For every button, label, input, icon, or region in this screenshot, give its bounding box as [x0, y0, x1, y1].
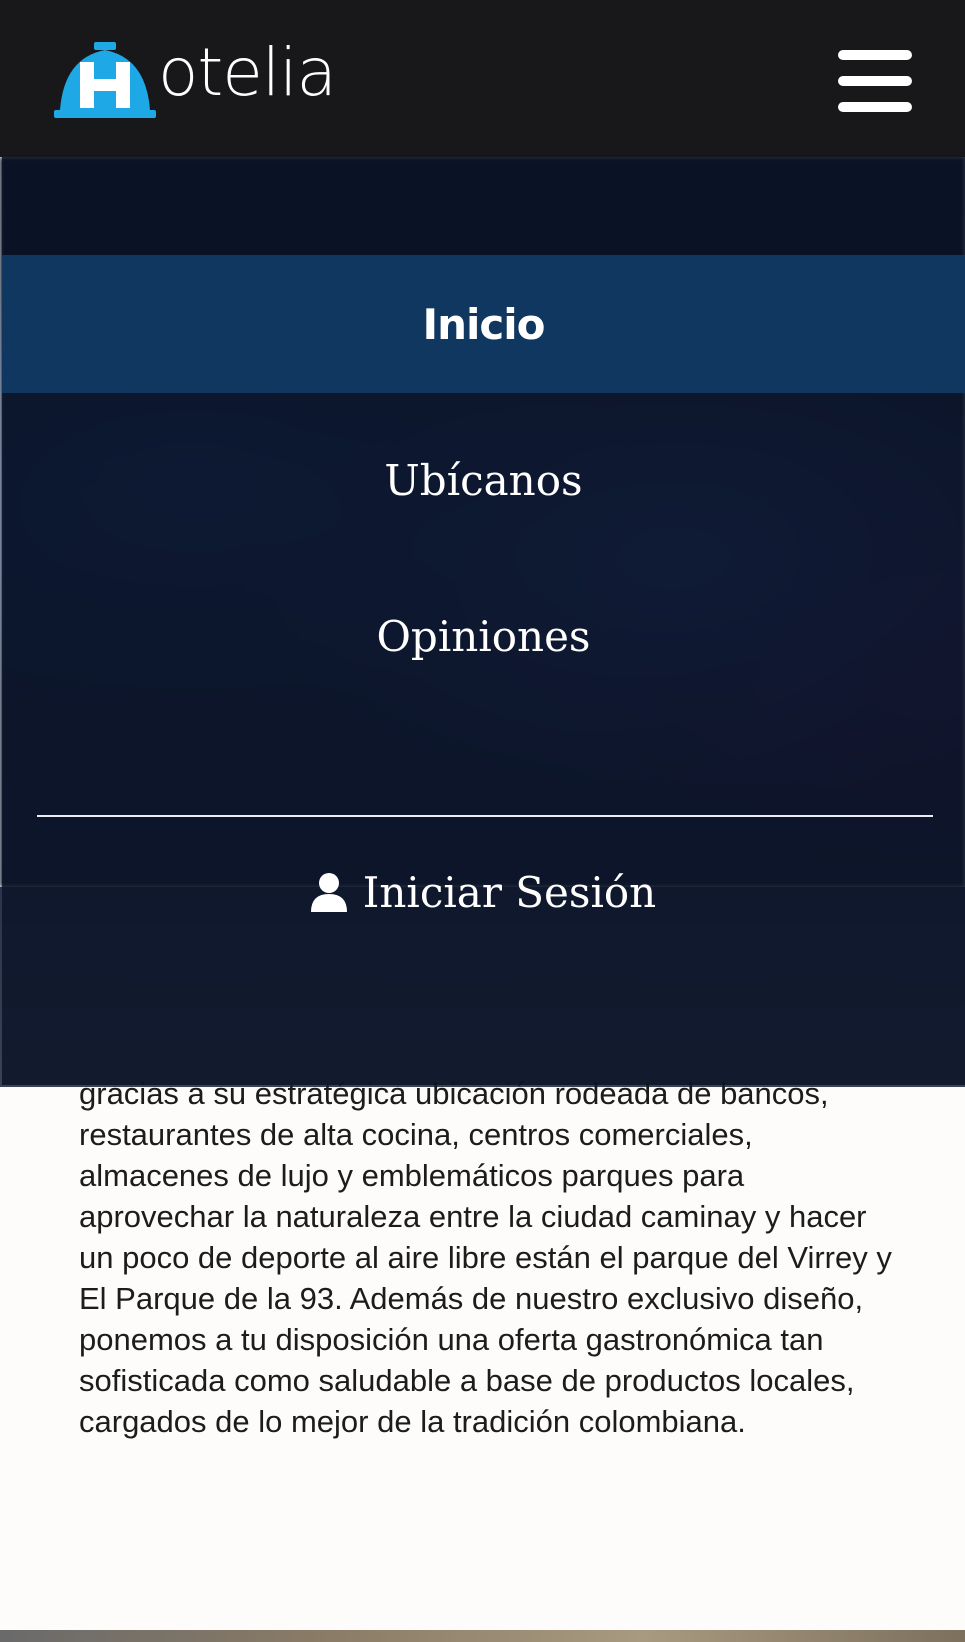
user-icon — [310, 873, 347, 912]
hamburger-icon[interactable] — [838, 50, 912, 112]
hamburger-line — [838, 76, 912, 86]
hamburger-line — [838, 102, 912, 112]
login-button[interactable]: Iniciar Sesión — [2, 852, 965, 932]
menu-item-inicio[interactable]: Inicio — [2, 255, 965, 393]
next-section-image — [0, 1630, 965, 1642]
menu-item-ubicanos[interactable]: Ubícanos — [2, 411, 965, 549]
menu-item-opiniones[interactable]: Opiniones — [2, 567, 965, 705]
brand-name: otelia — [158, 34, 337, 111]
nav-menu-overlay: Inicio Ubícanos Opiniones Iniciar Sesión — [2, 157, 965, 1085]
hotel-description: gracias a su estratégica ubicación rodea… — [79, 1076, 892, 1439]
hamburger-line — [838, 50, 912, 60]
top-header: otelia — [0, 0, 965, 157]
login-label: Iniciar Sesión — [362, 867, 657, 917]
menu-divider — [37, 815, 933, 817]
